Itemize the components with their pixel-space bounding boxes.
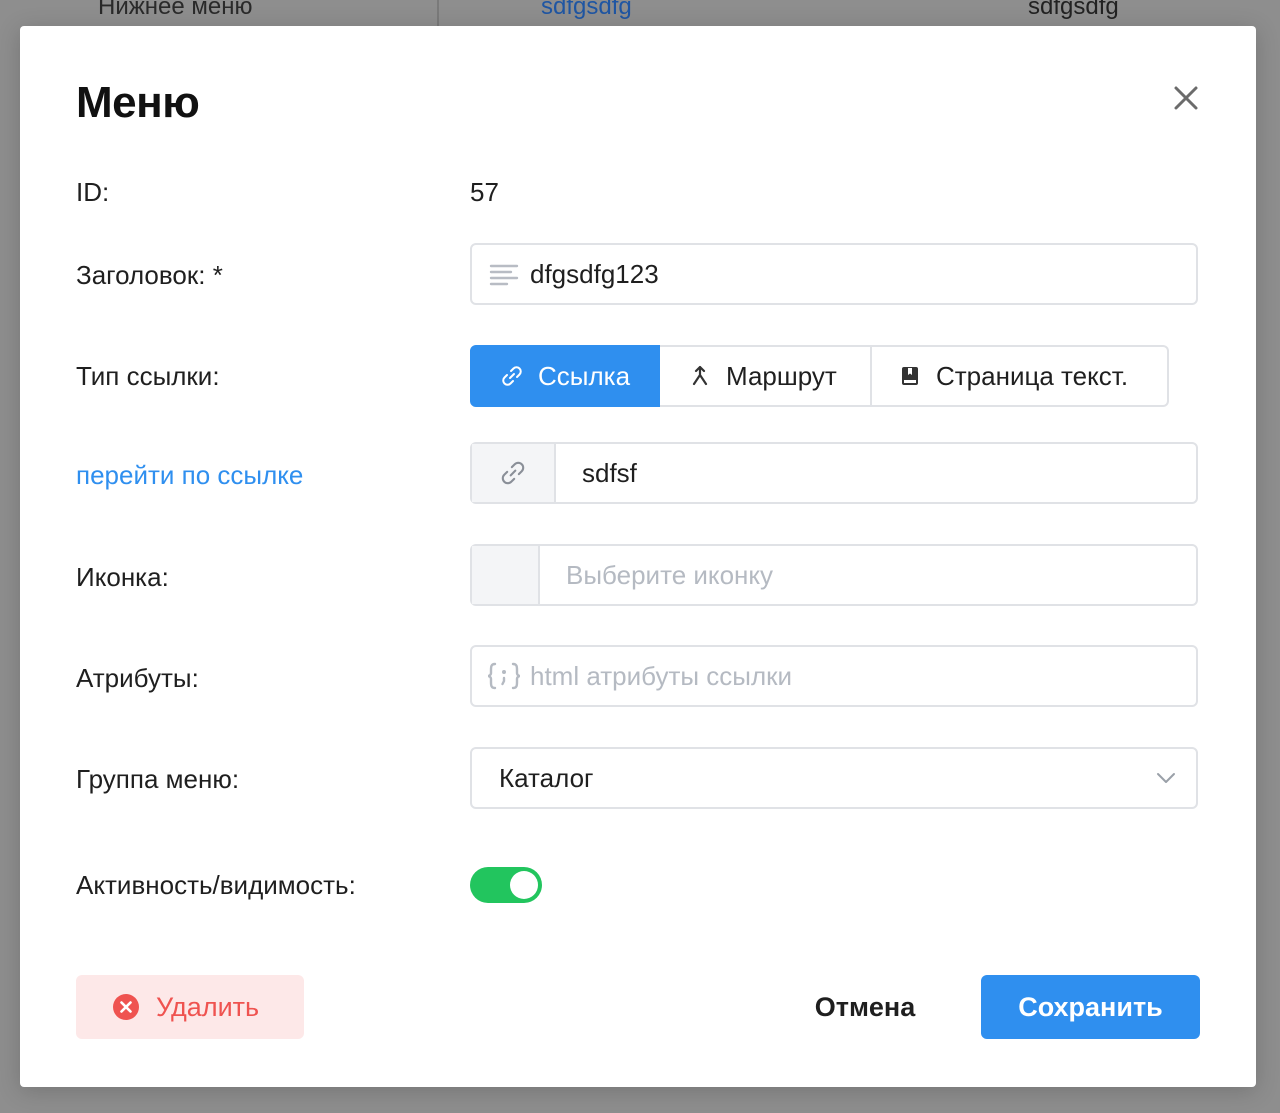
- link-icon: [500, 364, 524, 388]
- chevron-down-icon: [1157, 773, 1175, 783]
- attributes-field: [470, 645, 1198, 707]
- link-type-option-page[interactable]: Страница текст.: [872, 345, 1169, 407]
- title-input[interactable]: [530, 245, 1170, 303]
- background-cell-link: sdfgsdfg: [541, 0, 632, 20]
- save-button[interactable]: Сохранить: [981, 975, 1200, 1039]
- delete-label: Удалить: [156, 991, 260, 1022]
- menu-group-label: Группа меню:: [76, 764, 240, 794]
- icon-label: Иконка:: [76, 562, 169, 592]
- icon-input[interactable]: [566, 546, 1166, 604]
- background-cell-value: sdfgsdfg: [1028, 0, 1119, 20]
- link-type-option-label: Маршрут: [726, 360, 837, 391]
- url-input[interactable]: [582, 444, 1172, 502]
- link-icon: [501, 461, 525, 485]
- close-icon: [1174, 86, 1198, 110]
- id-value: 57: [470, 177, 499, 207]
- background-cell-name: Нижнее меню: [98, 0, 253, 20]
- active-toggle[interactable]: [470, 867, 542, 903]
- close-button[interactable]: [1170, 82, 1202, 114]
- link-type-label: Тип ссылки:: [76, 361, 220, 391]
- link-type-option-route[interactable]: Маршрут: [660, 345, 872, 407]
- link-type-option-link[interactable]: Ссылка: [470, 345, 660, 407]
- background-table-row: Нижнее меню sdfgsdfg sdfgsdfg: [0, 0, 1280, 26]
- menu-group-value: Каталог: [499, 763, 594, 793]
- book-icon: [898, 364, 922, 388]
- active-label: Активность/видимость:: [76, 870, 356, 900]
- attributes-label: Атрибуты:: [76, 663, 199, 693]
- icon-preview: [472, 546, 540, 604]
- code-braces-icon: [487, 662, 521, 690]
- link-type-option-label: Страница текст.: [936, 360, 1129, 391]
- title-field: [470, 243, 1198, 305]
- close-circle-icon: [112, 993, 140, 1021]
- attributes-input[interactable]: [530, 647, 1170, 705]
- url-field: [470, 442, 1198, 504]
- delete-button[interactable]: Удалить: [76, 975, 304, 1039]
- background-divider: [437, 0, 439, 26]
- link-type-segmented: Ссылка Маршрут Страница текст.: [470, 345, 1169, 407]
- route-icon: [688, 364, 712, 388]
- menu-edit-modal: Меню ID: 57 Заголовок: * Тип ссылки: Ссы…: [20, 26, 1256, 1087]
- link-type-option-label: Ссылка: [538, 360, 631, 391]
- menu-group-select[interactable]: Каталог: [470, 747, 1198, 809]
- cancel-button[interactable]: Отмена: [780, 975, 950, 1039]
- url-addon: [472, 444, 556, 502]
- goto-link[interactable]: перейти по ссылке: [76, 458, 303, 492]
- toggle-knob: [510, 871, 538, 899]
- id-label: ID:: [76, 177, 110, 207]
- title-label: Заголовок: *: [76, 260, 223, 290]
- text-lines-icon: [489, 264, 519, 286]
- icon-field: [470, 544, 1198, 606]
- modal-title: Меню: [76, 78, 200, 127]
